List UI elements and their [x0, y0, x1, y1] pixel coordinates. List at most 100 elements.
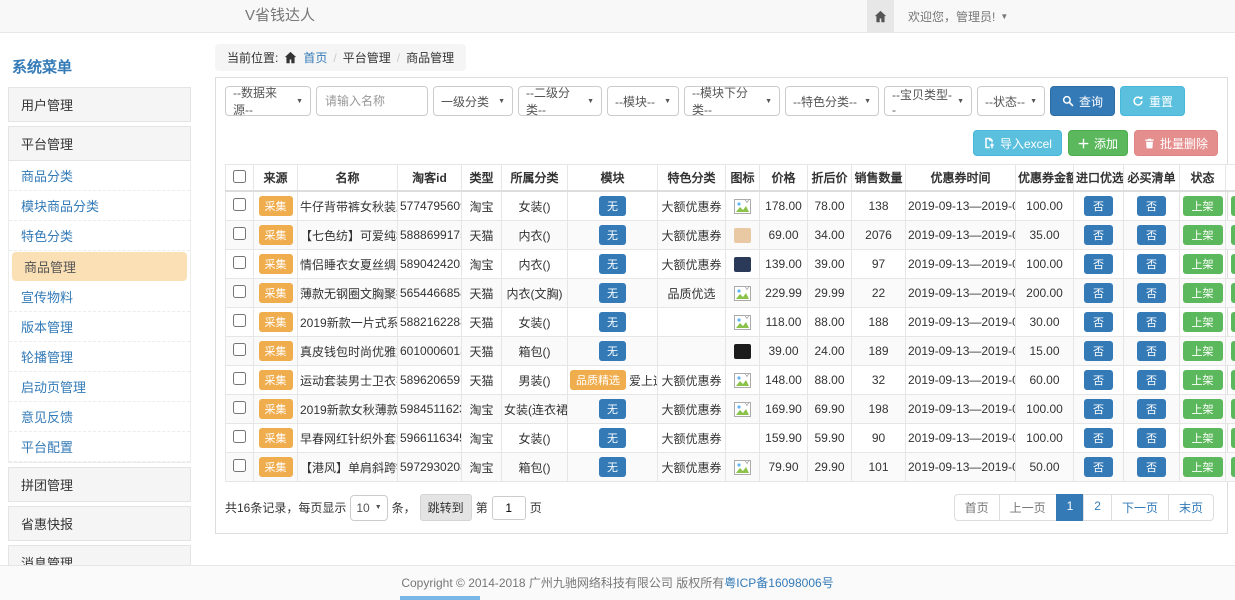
- sidebar-item-13[interactable]: 省惠快报: [8, 506, 191, 541]
- sidebar-item-1[interactable]: 平台管理: [8, 126, 191, 161]
- table-row: 采集 情侣睡衣女夏丝绸男士... 589042420344 淘宝 内衣() 无 …: [226, 250, 1235, 279]
- edit-button[interactable]: [1231, 225, 1235, 245]
- feature-category-select[interactable]: --特色分类--▼: [785, 86, 879, 116]
- must-buy-toggle[interactable]: 否: [1137, 341, 1166, 361]
- data-source-select[interactable]: --数据来源--▼: [225, 86, 311, 116]
- category-level1-select[interactable]: 一级分类▼: [433, 86, 513, 116]
- status-button[interactable]: 上架: [1183, 283, 1223, 303]
- product-image: [734, 344, 751, 359]
- row-checkbox[interactable]: [233, 459, 246, 472]
- search-button[interactable]: 查询: [1050, 86, 1115, 116]
- must-buy-toggle[interactable]: 否: [1137, 399, 1166, 419]
- icp-link[interactable]: 粤ICP备16098006号: [724, 576, 833, 590]
- edit-button[interactable]: [1231, 254, 1235, 274]
- page-number-input[interactable]: [492, 496, 526, 520]
- edit-button[interactable]: [1231, 428, 1235, 448]
- row-checkbox[interactable]: [233, 401, 246, 414]
- page-button-3[interactable]: 2: [1083, 494, 1112, 521]
- sidebar-subitem-8[interactable]: 轮播管理: [9, 342, 190, 372]
- import-optional-toggle[interactable]: 否: [1084, 312, 1113, 332]
- user-menu[interactable]: 欢迎您，管理员! ▼: [894, 8, 1008, 25]
- module-subcategory-select[interactable]: --模块下分类--▼: [684, 86, 780, 116]
- status-button[interactable]: 上架: [1183, 312, 1223, 332]
- status-button[interactable]: 上架: [1183, 196, 1223, 216]
- sidebar-subitem-5[interactable]: 商品管理: [12, 252, 187, 281]
- sidebar-subitem-4[interactable]: 特色分类: [9, 221, 190, 251]
- edit-button[interactable]: [1231, 399, 1235, 419]
- edit-button[interactable]: [1231, 457, 1235, 477]
- status-button[interactable]: 上架: [1183, 370, 1223, 390]
- jump-button[interactable]: 跳转到: [420, 494, 472, 521]
- must-buy-toggle[interactable]: 否: [1137, 370, 1166, 390]
- status-button[interactable]: 上架: [1183, 225, 1223, 245]
- row-checkbox[interactable]: [233, 314, 246, 327]
- import-optional-toggle[interactable]: 否: [1084, 254, 1113, 274]
- import-excel-button[interactable]: 导入excel: [973, 130, 1062, 156]
- sidebar-subitem-7[interactable]: 版本管理: [9, 312, 190, 342]
- status-button[interactable]: 上架: [1183, 428, 1223, 448]
- row-checkbox[interactable]: [233, 372, 246, 385]
- sidebar-item-12[interactable]: 拼团管理: [8, 467, 191, 502]
- must-buy-toggle[interactable]: 否: [1137, 312, 1166, 332]
- module-select[interactable]: --模块--▼: [607, 86, 679, 116]
- must-buy-toggle[interactable]: 否: [1137, 428, 1166, 448]
- edit-button[interactable]: [1231, 196, 1235, 216]
- status-button[interactable]: 上架: [1183, 399, 1223, 419]
- taoke-id: 596611634525: [398, 424, 462, 453]
- import-optional-toggle[interactable]: 否: [1084, 457, 1113, 477]
- row-checkbox[interactable]: [233, 285, 246, 298]
- import-optional-toggle[interactable]: 否: [1084, 370, 1113, 390]
- sidebar-subitem-3[interactable]: 模块商品分类: [9, 191, 190, 221]
- must-buy-toggle[interactable]: 否: [1137, 254, 1166, 274]
- import-optional-toggle[interactable]: 否: [1084, 225, 1113, 245]
- edit-button[interactable]: [1231, 370, 1235, 390]
- status-button[interactable]: 上架: [1183, 341, 1223, 361]
- edit-button[interactable]: [1231, 341, 1235, 361]
- row-checkbox[interactable]: [233, 198, 246, 211]
- must-buy-toggle[interactable]: 否: [1137, 225, 1166, 245]
- page-button-2[interactable]: 1: [1056, 494, 1085, 521]
- sidebar-subitem-6[interactable]: 宣传物料: [9, 282, 190, 312]
- breadcrumb-link-home[interactable]: 首页: [303, 49, 327, 66]
- row-checkbox[interactable]: [233, 256, 246, 269]
- status-select[interactable]: --状态--▼: [977, 86, 1045, 116]
- page-button-5[interactable]: 末页: [1168, 494, 1214, 521]
- sidebar-subitem-10[interactable]: 意见反馈: [9, 402, 190, 432]
- import-optional-toggle[interactable]: 否: [1084, 196, 1113, 216]
- row-checkbox[interactable]: [233, 343, 246, 356]
- must-buy-toggle[interactable]: 否: [1137, 196, 1166, 216]
- column-header-9: 价格: [760, 165, 808, 192]
- product-category: 女装(): [502, 308, 568, 337]
- sidebar-subitem-11[interactable]: 平台配置: [9, 432, 190, 462]
- import-optional-toggle[interactable]: 否: [1084, 341, 1113, 361]
- home-button[interactable]: [867, 0, 894, 32]
- sidebar-subitem-9[interactable]: 启动页管理: [9, 372, 190, 402]
- import-optional-toggle[interactable]: 否: [1084, 428, 1113, 448]
- must-buy-toggle[interactable]: 否: [1137, 283, 1166, 303]
- page-button-1[interactable]: 上一页: [999, 494, 1057, 521]
- status-button[interactable]: 上架: [1183, 254, 1223, 274]
- page-button-0[interactable]: 首页: [954, 494, 1000, 521]
- page-button-4[interactable]: 下一页: [1111, 494, 1169, 521]
- row-checkbox[interactable]: [233, 430, 246, 443]
- feature-category: 大额优惠券: [658, 424, 726, 453]
- edit-button[interactable]: [1231, 312, 1235, 332]
- reset-button[interactable]: 重置: [1120, 86, 1185, 116]
- add-button[interactable]: 添加: [1068, 130, 1128, 156]
- status-button[interactable]: 上架: [1183, 457, 1223, 477]
- row-checkbox[interactable]: [233, 227, 246, 240]
- item-type-select[interactable]: --宝贝类型--▼: [884, 86, 972, 116]
- category-level2-select[interactable]: --二级分类--▼: [518, 86, 602, 116]
- sidebar-item-0[interactable]: 用户管理: [8, 87, 191, 122]
- select-all-checkbox[interactable]: [233, 170, 246, 183]
- module-badge: 无: [599, 196, 626, 216]
- name-search-input[interactable]: [316, 86, 428, 116]
- batch-delete-button[interactable]: 批量删除: [1134, 130, 1218, 156]
- page-size-select[interactable]: 10▼: [350, 495, 387, 521]
- edit-button[interactable]: [1231, 283, 1235, 303]
- import-optional-toggle[interactable]: 否: [1084, 283, 1113, 303]
- sidebar-subitem-2[interactable]: 商品分类: [9, 161, 190, 191]
- refresh-icon: [1132, 95, 1144, 107]
- must-buy-toggle[interactable]: 否: [1137, 457, 1166, 477]
- import-optional-toggle[interactable]: 否: [1084, 399, 1113, 419]
